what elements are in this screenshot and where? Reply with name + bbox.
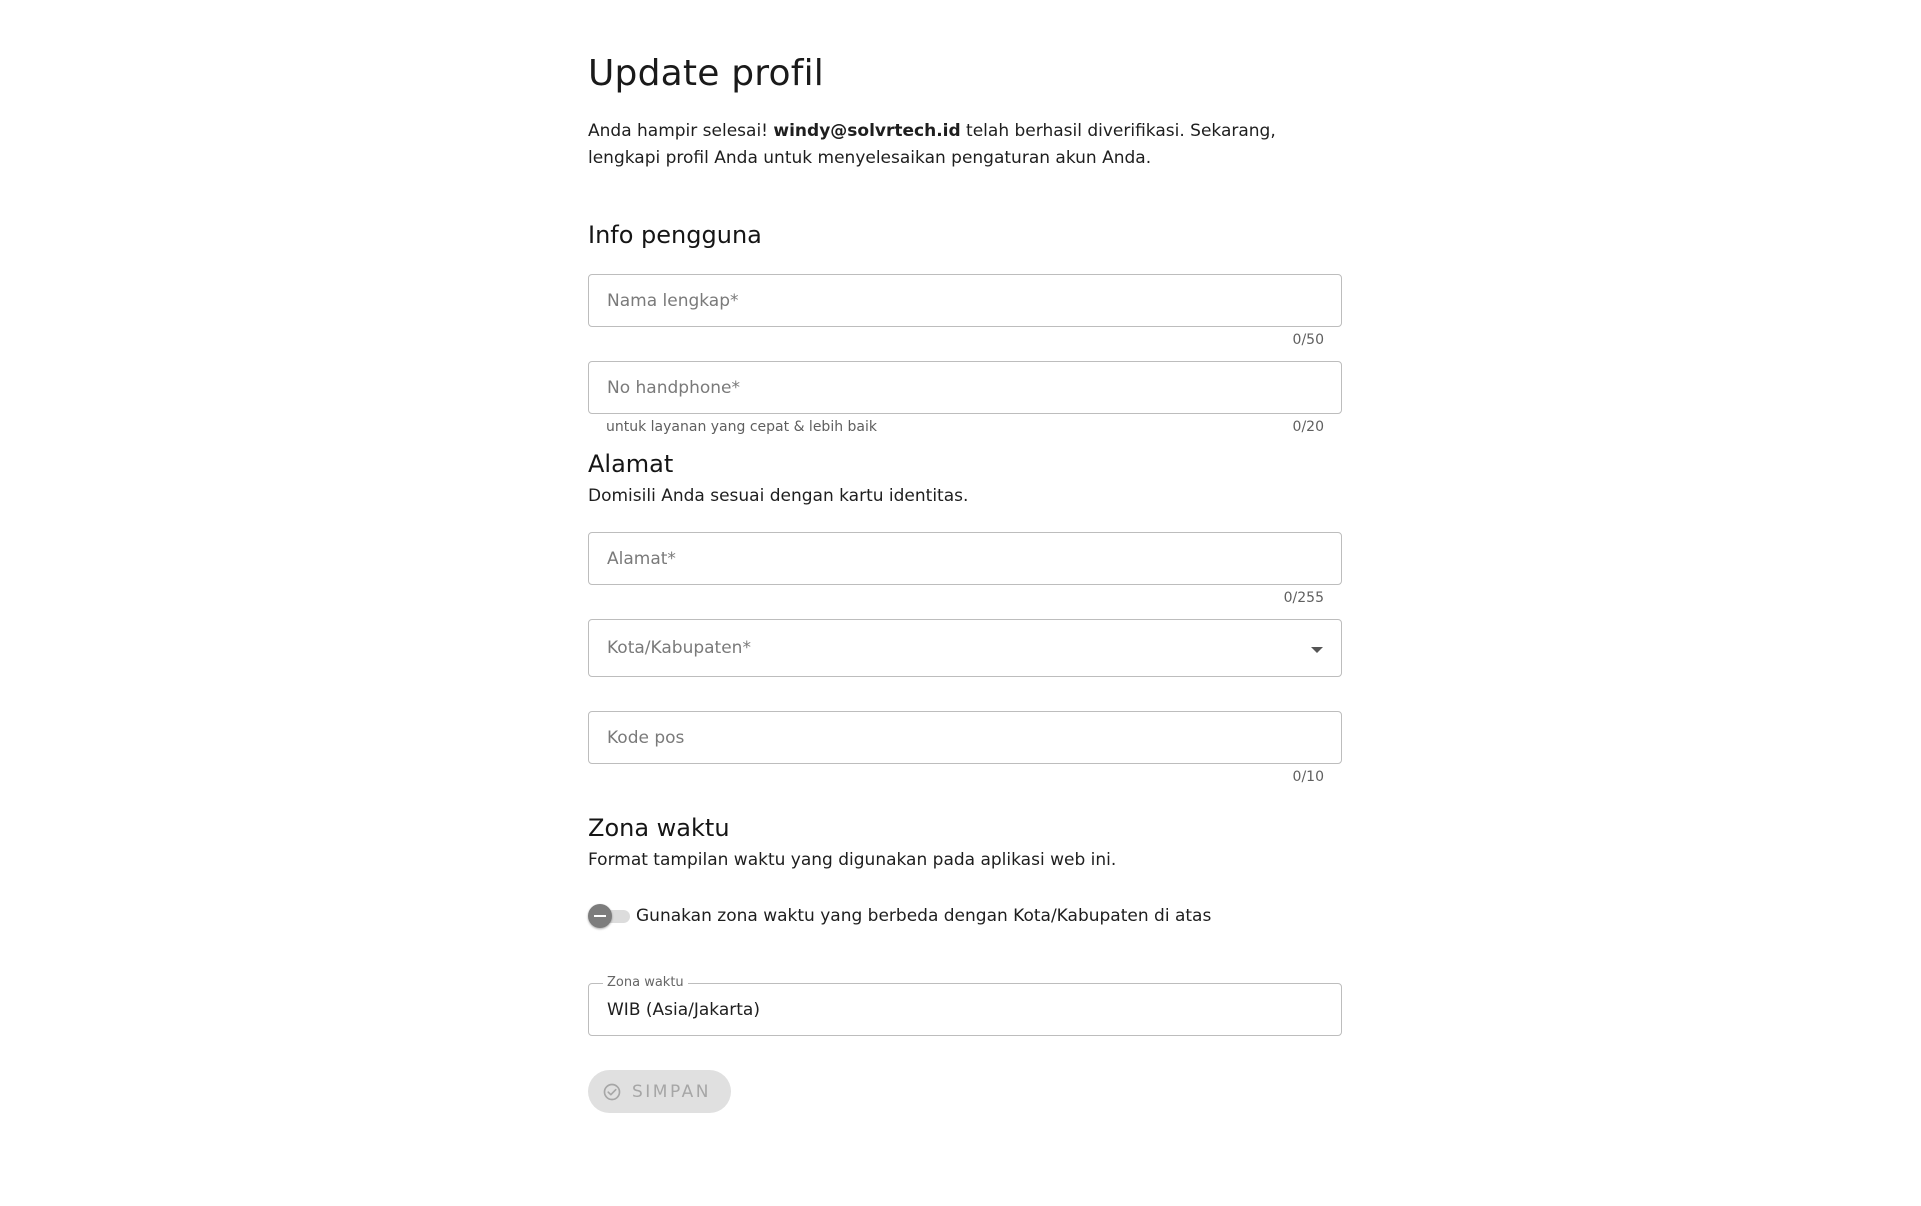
save-button[interactable]: SIMPAN — [588, 1070, 731, 1113]
full-name-input[interactable] — [589, 275, 1341, 326]
phone-input[interactable] — [589, 362, 1341, 413]
phone-helper: untuk layanan yang cepat & lebih baik 0/… — [588, 414, 1342, 436]
full-name-field[interactable] — [588, 274, 1342, 327]
timezone-field[interactable]: Zona waktu — [588, 976, 1342, 1036]
chevron-down-icon[interactable] — [1311, 647, 1323, 653]
check-circle-icon — [603, 1083, 621, 1100]
address-field[interactable] — [588, 532, 1342, 585]
intro-email: windy@solvrtech.id — [773, 121, 961, 141]
timezone-toggle-label[interactable]: Gunakan zona waktu yang berbeda dengan K… — [636, 906, 1211, 926]
timezone-toggle-row: Gunakan zona waktu yang berbeda dengan K… — [588, 902, 1342, 930]
section-title-address: Alamat — [588, 450, 674, 478]
profile-form: Update profil Anda hampir selesai! windy… — [588, 50, 1342, 1113]
timezone-input[interactable] — [589, 984, 1341, 1035]
page-title: Update profil — [588, 53, 824, 94]
phone-field[interactable] — [588, 361, 1342, 414]
city-select[interactable]: Kota/Kabupaten* — [588, 619, 1342, 677]
section-title-user-info: Info pengguna — [588, 221, 762, 249]
section-title-timezone: Zona waktu — [588, 814, 730, 842]
address-input[interactable] — [589, 533, 1341, 584]
timezone-toggle[interactable] — [588, 904, 632, 928]
city-select-display[interactable]: Kota/Kabupaten* — [589, 620, 1341, 676]
phone-counter: 0/20 — [1292, 419, 1324, 435]
full-name-helper: 0/50 — [588, 327, 1342, 349]
postal-code-field[interactable] — [588, 711, 1342, 764]
save-button-label: SIMPAN — [632, 1081, 711, 1102]
actions: SIMPAN — [588, 1070, 1342, 1113]
timezone-description: Format tampilan waktu yang digunakan pad… — [588, 850, 1117, 870]
phone-hint: untuk layanan yang cepat & lebih baik — [606, 419, 877, 435]
full-name-counter: 0/50 — [1292, 332, 1324, 348]
address-counter: 0/255 — [1283, 590, 1324, 606]
page: Update profil Anda hampir selesai! windy… — [0, 0, 1921, 1206]
postal-code-helper: 0/10 — [588, 764, 1342, 786]
postal-code-counter: 0/10 — [1292, 769, 1324, 785]
intro-before: Anda hampir selesai! — [588, 121, 774, 141]
address-description: Domisili Anda sesuai dengan kartu identi… — [588, 486, 969, 506]
postal-code-input[interactable] — [589, 712, 1341, 763]
toggle-thumb-icon — [588, 904, 612, 928]
intro-text: Anda hampir selesai! windy@solvrtech.id … — [588, 118, 1342, 172]
address-helper: 0/255 — [588, 585, 1342, 607]
